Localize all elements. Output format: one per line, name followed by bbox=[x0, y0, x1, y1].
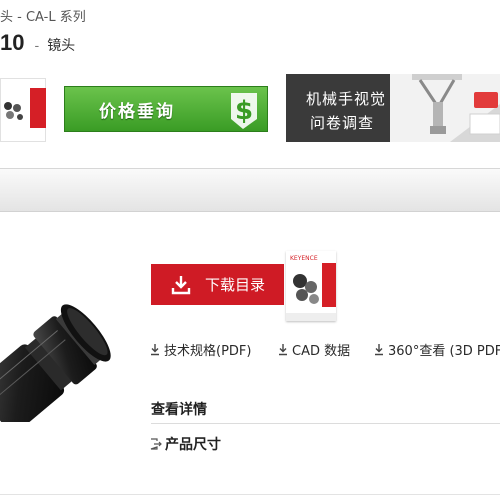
view-360-link[interactable]: 360°查看 (3D PDF bbox=[374, 340, 500, 359]
tab-bar bbox=[0, 168, 500, 212]
download-catalog-button[interactable]: 下载目录 bbox=[151, 264, 284, 305]
robot-arm-icon bbox=[390, 74, 500, 142]
divider bbox=[0, 494, 500, 495]
price-inquiry-label: 价格垂询 bbox=[99, 102, 175, 122]
cad-data-link[interactable]: CAD 数据 bbox=[278, 340, 350, 359]
download-icon bbox=[171, 276, 191, 295]
catalog-cover-icon: KEYENCE bbox=[286, 251, 336, 321]
title-description: 镜头 bbox=[47, 38, 76, 54]
download-small-icon bbox=[151, 344, 159, 356]
survey-line-1: 机械手视觉 bbox=[306, 90, 387, 108]
svg-text:$: $ bbox=[235, 96, 253, 126]
spec-pdf-label: 技术规格(PDF) bbox=[164, 344, 252, 359]
details-heading: 查看详情 bbox=[151, 402, 207, 418]
catalog-icon bbox=[4, 102, 23, 120]
dollar-icon: $ bbox=[231, 93, 257, 129]
product-dimensions-label: 产品尺寸 bbox=[165, 437, 221, 453]
catalog-thumbnail[interactable]: KEYENCE bbox=[286, 251, 336, 321]
download-catalog-label: 下载目录 bbox=[205, 276, 266, 294]
arrow-link-icon bbox=[150, 438, 162, 450]
download-small-icon bbox=[375, 344, 383, 356]
lens-product-image bbox=[0, 304, 111, 422]
cad-data-label: CAD 数据 bbox=[292, 344, 351, 359]
view-360-label: 360°查看 (3D PDF bbox=[388, 344, 500, 359]
breadcrumb[interactable]: 头 - CA-L 系列 bbox=[0, 6, 86, 25]
catalog-brand: KEYENCE bbox=[290, 255, 318, 262]
robot-vision-survey-banner[interactable]: 机械手视觉 问卷调查 bbox=[286, 74, 500, 142]
download-small-icon bbox=[279, 344, 287, 356]
divider bbox=[151, 423, 500, 424]
title-separator: - bbox=[34, 39, 40, 54]
price-inquiry-banner[interactable]: 价格垂询 $ bbox=[64, 86, 268, 132]
title-model: 10 bbox=[0, 30, 25, 55]
catalog-red-band bbox=[30, 88, 46, 128]
survey-line-2: 问卷调查 bbox=[310, 114, 375, 132]
spec-pdf-link[interactable]: 技术规格(PDF) bbox=[150, 340, 251, 359]
page-title: 10- 镜头 bbox=[0, 30, 75, 56]
catalog-banner-thumbnail[interactable] bbox=[0, 78, 46, 142]
product-dimensions-link[interactable]: 产品尺寸 bbox=[150, 434, 221, 454]
